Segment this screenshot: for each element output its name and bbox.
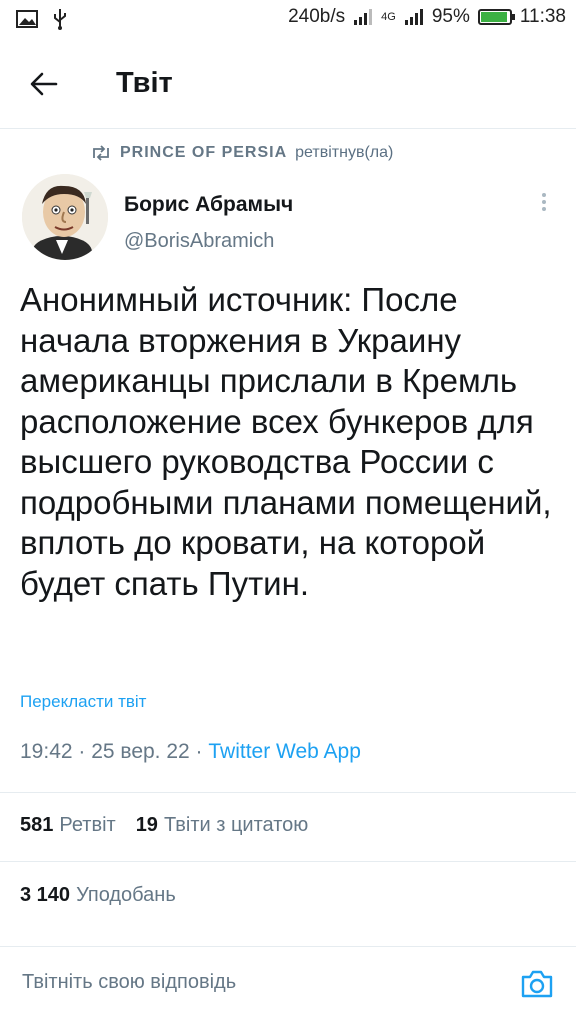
likes-count: 3 140 [20, 884, 71, 906]
likes-stat[interactable]: 3 140 Уподобань [20, 884, 176, 907]
camera-icon [521, 970, 553, 998]
retweet-icon [93, 145, 109, 161]
page-title: Твіт [116, 67, 173, 99]
retweets-stat[interactable]: 581 Ретвіт [20, 814, 116, 837]
quotes-label: Твіти з цитатою [163, 814, 309, 836]
reply-bar: Твітніть свою відповідь [0, 946, 576, 1025]
retweets-count: 581 [20, 814, 54, 836]
tweet-timestamp: 19:42 · 25 вер. 22 · [20, 740, 209, 763]
retweet-stats-row: 581 Ретвіт 19 Твіти з цитатою [20, 814, 308, 837]
reply-input[interactable]: Твітніть свою відповідь [22, 971, 236, 994]
retweet-suffix: ретвітнув(ла) [295, 144, 394, 161]
battery-percent: 95% [431, 6, 470, 27]
more-options-button[interactable] [534, 190, 554, 220]
quotes-stat[interactable]: 19 Твіти з цитатою [136, 814, 309, 837]
quotes-count: 19 [135, 814, 158, 836]
arrow-left-icon [30, 72, 58, 96]
retweet-context[interactable]: PRINCE OF PERSIA ретвітнув(ла) [90, 144, 393, 162]
retweeter-name[interactable]: PRINCE OF PERSIA [120, 144, 287, 162]
usb-icon [54, 9, 66, 30]
status-icons-left [16, 8, 68, 30]
back-button[interactable] [22, 62, 66, 106]
more-vertical-icon [534, 193, 554, 211]
gallery-icon [16, 10, 38, 28]
signal-icon [354, 9, 373, 25]
translate-tweet-link[interactable]: Перекласти твіт [20, 692, 146, 712]
status-bar: 240b/s 4G 95% 11:38 [0, 0, 576, 40]
network-type: 4G [381, 11, 396, 23]
retweets-label: Ретвіт [59, 814, 116, 836]
divider [0, 792, 576, 793]
caricature-avatar-image [22, 174, 108, 260]
tweet-metadata: 19:42 · 25 вер. 22 · Twitter Web App [20, 740, 361, 764]
avatar[interactable] [22, 174, 108, 260]
status-icons-right: 240b/s 4G 95% 11:38 [288, 6, 566, 28]
signal-4g-icon [404, 9, 423, 25]
top-app-bar: Твіт [0, 40, 576, 129]
divider [0, 861, 576, 862]
tweet-source-link[interactable]: Twitter Web App [208, 740, 361, 763]
author-name[interactable]: Борис Абрамыч [124, 193, 293, 217]
network-speed: 240b/s [288, 6, 346, 27]
tweet-text: Анонимный источник: После начала вторжен… [20, 281, 552, 602]
battery-icon [477, 9, 515, 25]
author-handle[interactable]: @BorisAbramich [124, 230, 274, 253]
camera-button[interactable] [520, 969, 554, 999]
clock: 11:38 [519, 6, 566, 27]
likes-label: Уподобань [76, 884, 176, 906]
likes-stats-row: 3 140 Уподобань [20, 884, 176, 907]
